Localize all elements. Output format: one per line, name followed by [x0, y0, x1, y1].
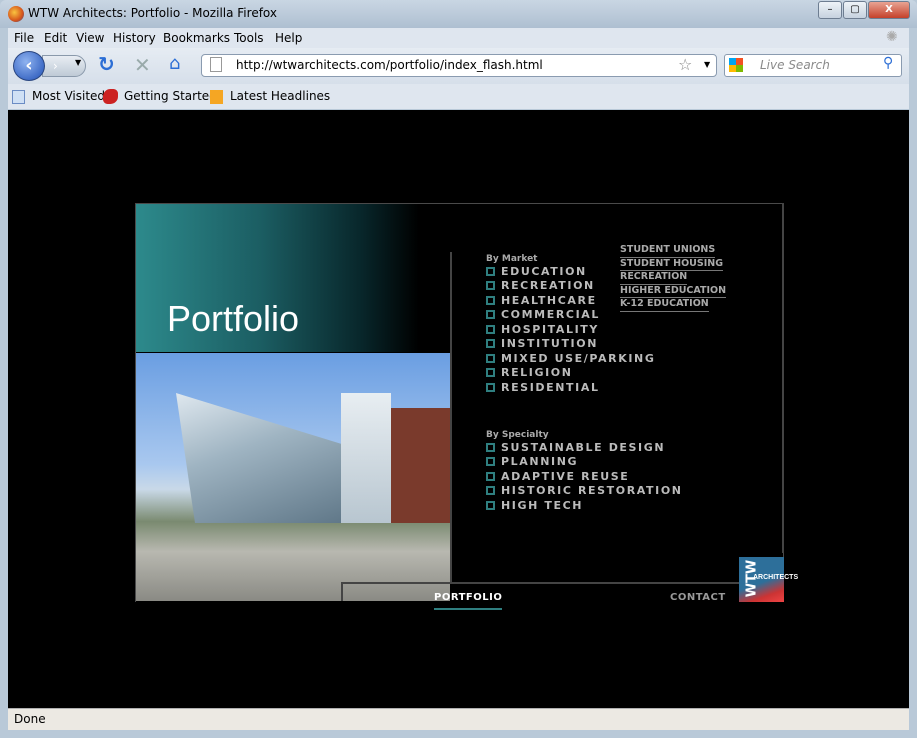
category-label: HIGH TECH — [501, 498, 584, 512]
by-specialty-section: By Specialty SUSTAINABLE DESIGN PLANNING A… — [486, 430, 683, 513]
most-visited-icon — [12, 90, 25, 104]
status-text: Done — [14, 712, 46, 726]
bookmark-latest-headlines[interactable]: Latest Headlines — [230, 89, 330, 103]
category-label: HEALTHCARE — [501, 293, 597, 307]
checkbox-icon[interactable] — [486, 281, 495, 291]
category-item[interactable]: ADAPTIVE REUSE — [486, 469, 683, 484]
category-label: ADAPTIVE REUSE — [501, 469, 630, 483]
checkbox-icon[interactable] — [486, 266, 495, 276]
menu-view[interactable]: View — [76, 31, 104, 45]
category-label: EDUCATION — [501, 264, 587, 278]
page-title: Portfolio — [167, 298, 300, 339]
category-label: RECREATION — [501, 279, 595, 293]
bookmark-star-icon[interactable]: ☆ — [678, 55, 692, 74]
category-item[interactable]: HISTORIC RESTORATION — [486, 484, 683, 499]
category-item[interactable]: PLANNING — [486, 455, 683, 470]
getting-started-icon — [103, 89, 118, 104]
by-specialty-label: By Specialty — [486, 430, 549, 440]
checkbox-icon[interactable] — [486, 295, 495, 305]
search-engine-icon[interactable] — [729, 58, 743, 72]
subcategory-link[interactable]: STUDENT UNIONS — [620, 244, 716, 258]
checkbox-icon[interactable] — [486, 486, 495, 496]
history-dropdown-icon[interactable]: ▼ — [75, 58, 81, 67]
category-item[interactable]: HOSPITALITY — [486, 322, 655, 337]
subcategory-link[interactable]: RECREATION — [620, 271, 688, 285]
menu-bookmarks[interactable]: Bookmarks — [163, 31, 230, 45]
checkbox-icon[interactable] — [486, 324, 495, 334]
divider — [782, 203, 784, 553]
back-button[interactable]: ‹ — [13, 51, 45, 81]
checkbox-icon[interactable] — [486, 457, 495, 467]
category-label: MIXED USE/PARKING — [501, 351, 656, 365]
checkbox-icon[interactable] — [486, 471, 495, 481]
checkbox-icon[interactable] — [486, 382, 495, 392]
checkbox-icon[interactable] — [486, 442, 495, 452]
page-icon — [210, 57, 222, 72]
category-label: INSTITUTION — [501, 337, 599, 351]
subcategory-link[interactable]: STUDENT HOUSING — [620, 258, 724, 271]
url-text[interactable]: http://wtwarchitects.com/portfolio/index… — [236, 58, 543, 72]
checkbox-icon[interactable] — [486, 339, 495, 349]
menu-edit[interactable]: Edit — [44, 31, 67, 45]
menu-tools[interactable]: Tools — [234, 31, 264, 45]
window-title: WTW Architects: Portfolio - Mozilla Fire… — [28, 6, 277, 20]
search-icon[interactable]: ⚲ — [883, 55, 893, 71]
maximize-button[interactable]: ▢ — [843, 1, 867, 19]
category-item[interactable]: HIGH TECH — [486, 498, 683, 513]
education-submenu: STUDENT UNIONS STUDENT HOUSING RECREATION H… — [620, 244, 727, 312]
menu-help[interactable]: Help — [275, 31, 302, 45]
category-item[interactable]: RESIDENTIAL — [486, 380, 655, 395]
category-item[interactable]: INSTITUTION — [486, 337, 655, 352]
menu-history[interactable]: History — [113, 31, 156, 45]
category-label: RESIDENTIAL — [501, 380, 600, 394]
checkbox-icon[interactable] — [486, 368, 495, 378]
category-label: PLANNING — [501, 455, 579, 469]
checkbox-icon[interactable] — [486, 353, 495, 363]
subcategory-link[interactable]: HIGHER EDUCATION — [620, 285, 727, 298]
divider — [341, 582, 739, 584]
category-label: COMMERCIAL — [501, 308, 600, 322]
search-input[interactable]: Live Search — [760, 58, 830, 72]
home-icon[interactable]: ⌂ — [169, 53, 180, 74]
throbber-icon: ✺ — [886, 29, 898, 45]
bookmark-getting-started[interactable]: Getting Started — [124, 89, 217, 103]
category-label: RELIGION — [501, 366, 573, 380]
firefox-icon — [8, 6, 24, 22]
divider — [450, 252, 452, 582]
stop-icon[interactable]: ✕ — [134, 53, 151, 77]
menu-file[interactable]: File — [14, 31, 34, 45]
wtw-logo[interactable]: WTW ARCHITECTS — [739, 557, 798, 602]
url-dropdown-icon[interactable]: ▼ — [704, 60, 710, 69]
category-item[interactable]: SUSTAINABLE DESIGN — [486, 440, 683, 455]
category-item[interactable]: RELIGION — [486, 366, 655, 381]
status-bar — [8, 708, 909, 730]
bookmark-most-visited[interactable]: Most Visited — [32, 89, 105, 103]
subcategory-link[interactable]: K-12 EDUCATION — [620, 298, 709, 312]
building-photo — [136, 353, 450, 601]
category-label: HISTORIC RESTORATION — [501, 484, 683, 498]
divider — [341, 583, 343, 601]
rss-icon — [210, 90, 223, 104]
minimize-button[interactable]: – — [818, 1, 842, 19]
category-label: HOSPITALITY — [501, 322, 599, 336]
category-item[interactable]: MIXED USE/PARKING — [486, 351, 655, 366]
checkbox-icon[interactable] — [486, 310, 495, 320]
reload-icon[interactable]: ↻ — [98, 52, 115, 76]
checkbox-icon[interactable] — [486, 500, 495, 510]
logo-subtext: ARCHITECTS — [753, 574, 799, 581]
nav-contact[interactable]: CONTACT — [670, 592, 726, 603]
category-label: SUSTAINABLE DESIGN — [501, 440, 666, 454]
nav-portfolio[interactable]: PORTFOLIO — [434, 592, 503, 610]
close-button[interactable]: X — [868, 1, 910, 19]
